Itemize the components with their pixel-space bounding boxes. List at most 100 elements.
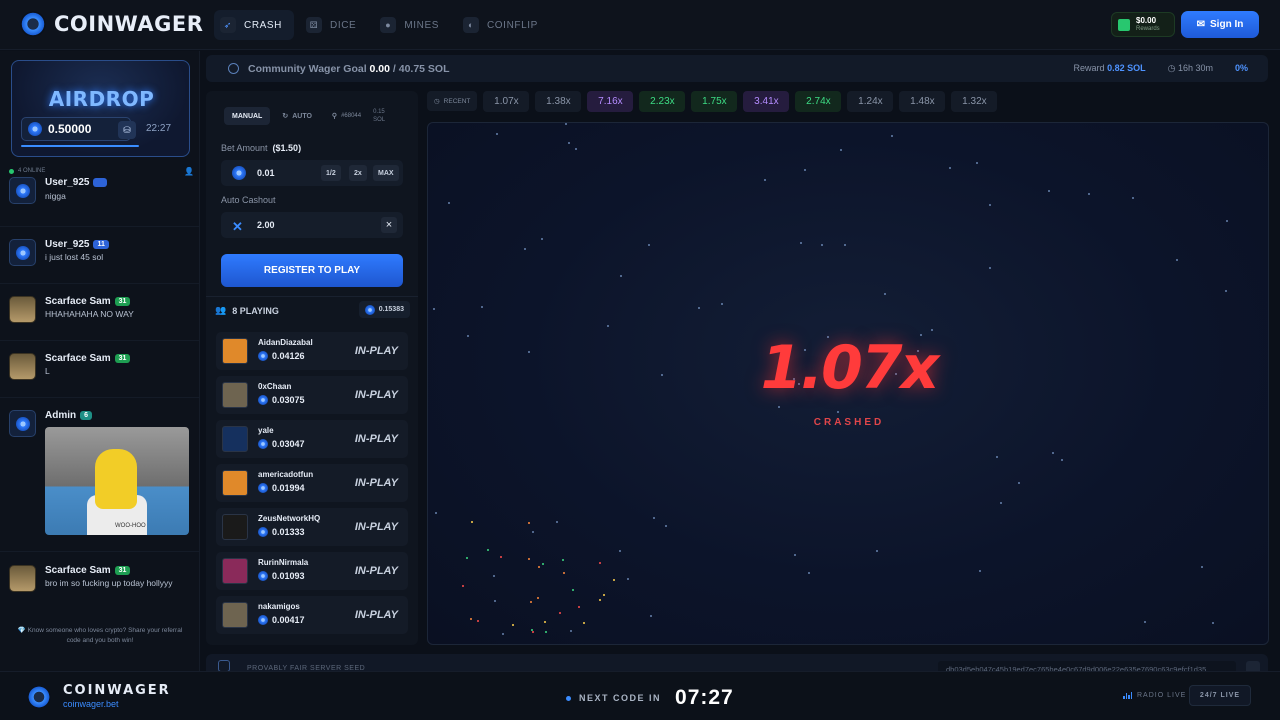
player-row[interactable]: yale 0.03047 IN-PLAY <box>216 420 408 458</box>
rewards-button[interactable]: $0.00 Rewards <box>1111 12 1175 37</box>
level-badge: 31 <box>114 297 131 306</box>
max-bet-button[interactable]: MAX <box>373 165 399 181</box>
star <box>570 630 572 632</box>
spark <box>470 618 472 620</box>
chat-username[interactable]: User_925 11 <box>45 239 109 250</box>
coinwager-logo-icon <box>20 11 46 37</box>
player-row[interactable]: AidanDiazabal 0.04126 IN-PLAY <box>216 332 408 370</box>
referral-note: 💎 Know someone who loves crypto? Share y… <box>17 627 183 644</box>
star <box>1201 566 1203 568</box>
wager-goal: Community Wager Goal 0.00 / 40.75 SOL <box>248 63 450 75</box>
radio-live-button[interactable]: RADIO LIVE <box>1123 692 1186 699</box>
sol-coin-icon <box>232 166 246 180</box>
chat-sidebar: AIRDROP 0.50000 ⛁ 22:27 4 ONLINE 👤 User_… <box>0 51 200 671</box>
chat-username[interactable]: Scarface Sam 31 <box>45 565 131 576</box>
sol-coin-icon <box>258 395 268 405</box>
nav-dice[interactable]: ⚄ DICE <box>300 10 368 40</box>
double-bet-button[interactable]: 2x <box>349 165 367 181</box>
gift-icon <box>1118 18 1130 31</box>
avatar <box>222 382 248 408</box>
player-row[interactable]: nakamigos 0.00417 IN-PLAY <box>216 596 408 634</box>
avatar[interactable] <box>9 565 36 592</box>
chat-text: nigga <box>45 191 66 201</box>
clear-cashout-button[interactable]: × <box>381 217 397 233</box>
live-badge[interactable]: 24/7 LIVE <box>1189 685 1251 706</box>
player-status: IN-PLAY <box>354 609 398 621</box>
equalizer-icon <box>1123 692 1132 699</box>
recent-multiplier-pill[interactable]: 1.38x <box>535 91 582 112</box>
player-status: IN-PLAY <box>354 345 398 357</box>
level-badge: 31 <box>114 354 131 363</box>
half-bet-button[interactable]: 1/2 <box>321 165 341 181</box>
recent-multiplier-pill[interactable]: 1.07x <box>483 91 530 112</box>
recent-multiplier-pill[interactable]: 1.32x <box>951 91 998 112</box>
user-avatar-icon <box>15 183 30 198</box>
spark <box>532 631 534 633</box>
chat-username[interactable]: Admin 6 <box>45 410 93 421</box>
sol-coin-icon <box>258 615 268 625</box>
star <box>989 267 991 269</box>
avatar[interactable] <box>9 239 36 266</box>
recent-multiplier-pill[interactable]: 2.74x <box>795 91 842 112</box>
sign-in-label: Sign In <box>1210 19 1244 30</box>
players-header: 👥 8 PLAYING 0.15383 <box>206 296 418 322</box>
star <box>1052 452 1054 454</box>
star <box>698 307 700 309</box>
airdrop-claim-icon[interactable]: ⛁ <box>118 121 136 139</box>
wager-reward: Reward 0.82 SOL <box>1073 63 1146 73</box>
chat-text: HHAHAHAHA NO WAY <box>45 309 134 319</box>
spark <box>603 594 605 596</box>
recent-multiplier-pill[interactable]: 1.48x <box>899 91 946 112</box>
player-row[interactable]: ZeusNetworkHQ 0.01333 IN-PLAY <box>216 508 408 546</box>
users-icon[interactable]: 👤 <box>184 167 194 176</box>
recent-multiplier-pill[interactable]: 1.24x <box>847 91 894 112</box>
player-row[interactable]: americadotfun 0.01994 IN-PLAY <box>216 464 408 502</box>
avatar[interactable] <box>9 353 36 380</box>
airdrop-amount-box: 0.50000 ⛁ <box>21 117 136 141</box>
player-row[interactable]: RurinNirmala 0.01093 IN-PLAY <box>216 552 408 590</box>
chat-username[interactable]: Scarface Sam 31 <box>45 296 131 307</box>
recent-multiplier-pill[interactable]: 7.16x <box>587 91 634 112</box>
spark <box>538 566 540 568</box>
footer-site[interactable]: coinwager.bet <box>63 698 171 710</box>
player-row[interactable]: 0xChaan 0.03075 IN-PLAY <box>216 376 408 414</box>
chat-username[interactable]: Scarface Sam 31 <box>45 353 131 364</box>
nav-coinflip[interactable]: ◐ COINFLIP <box>457 10 550 40</box>
brand-logo[interactable]: COINWAGER <box>20 11 203 37</box>
nav-crash[interactable]: ➶ CRASH <box>214 10 295 40</box>
footer-logo[interactable]: COINWAGER coinwager.bet <box>27 684 171 710</box>
star <box>1048 190 1050 192</box>
tab-manual[interactable]: MANUAL <box>224 107 271 125</box>
sign-in-button[interactable]: ✉ Sign In <box>1181 11 1259 38</box>
bet-amount-input[interactable]: 0.01 1/2 2x MAX <box>221 160 403 186</box>
auto-cashout-input[interactable]: ✕ 2.00 × <box>221 212 403 238</box>
avatar <box>222 558 248 584</box>
recent-multiplier-pill[interactable]: 3.41x <box>743 91 790 112</box>
register-to-play-button[interactable]: REGISTER TO PLAY <box>221 254 403 287</box>
recent-multiplier-pill[interactable]: 2.23x <box>639 91 686 112</box>
chat-username[interactable]: User_925 <box>45 177 108 188</box>
tab-auto[interactable]: ↻ AUTO <box>274 107 320 125</box>
star <box>764 179 766 181</box>
recent-multipliers: ◷ RECENT 1.07x 1.38x 7.16x 2.23x 1.75x 3.41x 2.… <box>427 91 998 112</box>
recent-multiplier-pill[interactable]: 1.75x <box>691 91 738 112</box>
avatar[interactable] <box>9 177 36 204</box>
sol-coin-icon <box>258 527 268 537</box>
avatar[interactable] <box>9 296 36 323</box>
live-dot-icon <box>566 695 571 701</box>
airdrop-card[interactable]: AIRDROP 0.50000 ⛁ 22:27 <box>11 60 190 157</box>
game-nav: ➶ CRASH ⚄ DICE ● MINES ◐ COINFLIP <box>214 10 550 40</box>
avatar[interactable] <box>9 410 36 437</box>
brand-name: COINWAGER <box>54 12 204 36</box>
star <box>989 204 991 206</box>
spark <box>562 559 564 561</box>
divider <box>0 551 199 552</box>
star <box>1000 502 1002 504</box>
bomb-icon: ● <box>380 17 397 33</box>
star <box>665 525 667 527</box>
players-count: 👥 8 PLAYING <box>215 305 279 316</box>
player-name: ZeusNetworkHQ <box>258 514 321 523</box>
chat-gif-image[interactable]: WOO-HOO <box>45 427 189 535</box>
star <box>804 169 806 171</box>
nav-mines[interactable]: ● MINES <box>374 10 451 40</box>
